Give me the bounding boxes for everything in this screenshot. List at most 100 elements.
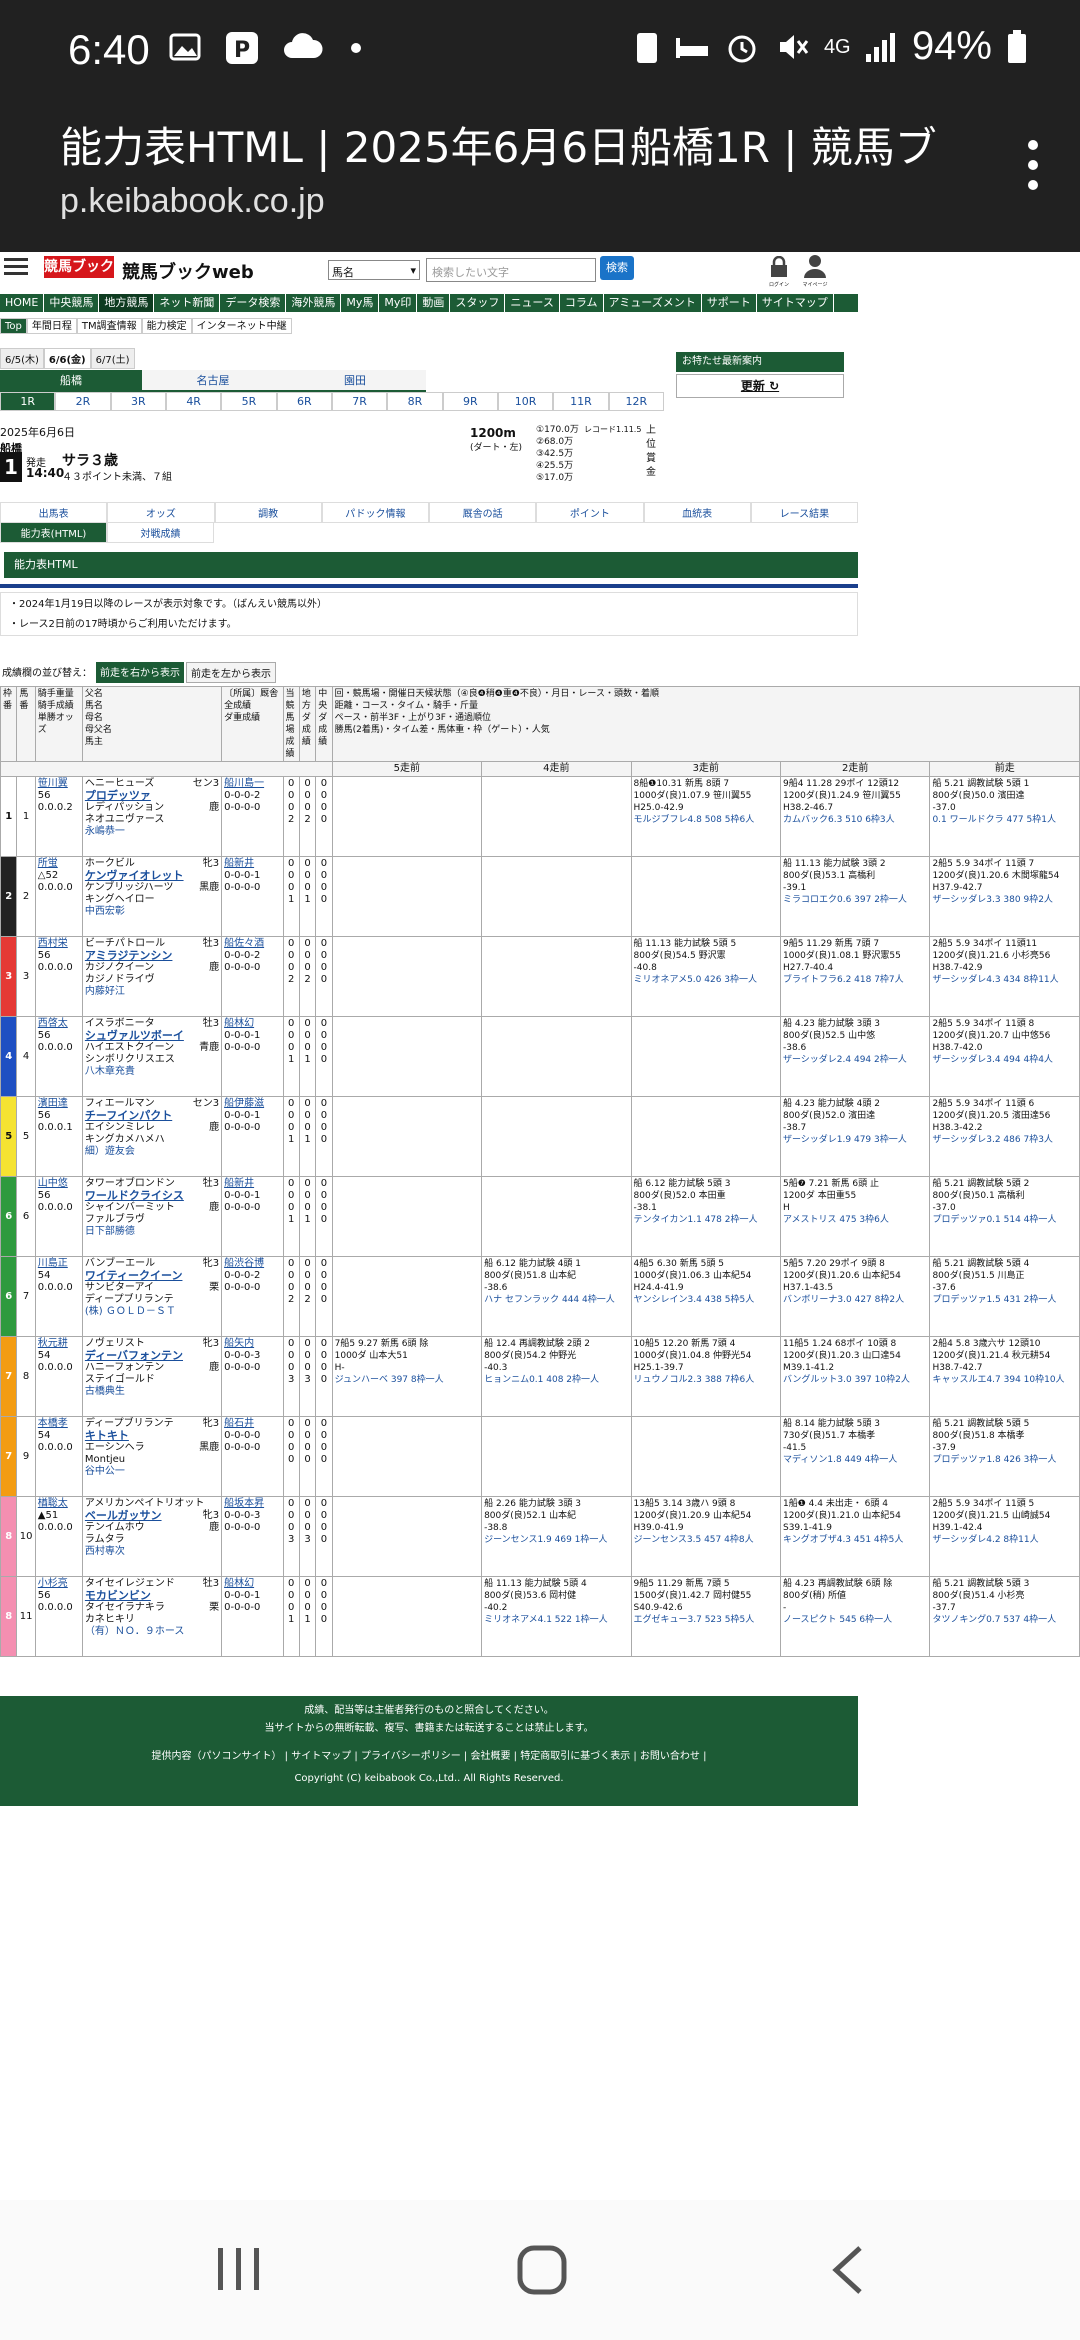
- run-line[interactable]: 8船❶10.31 新馬 8頭 7: [634, 778, 778, 790]
- run-line[interactable]: 船 6.12 能力試験 5頭 3: [634, 1178, 778, 1190]
- login-lock-icon[interactable]: ログイン: [766, 255, 792, 288]
- subnav-item[interactable]: TM調査情報: [76, 318, 142, 334]
- nav-item[interactable]: データ検索: [220, 294, 287, 312]
- site-name[interactable]: 競馬ブックweb: [122, 258, 254, 284]
- horse-name[interactable]: プロデッツァ: [85, 790, 219, 802]
- run-line[interactable]: 0.1 ワールドクラ 477 5枠1人: [932, 814, 1077, 826]
- nav-item[interactable]: サポート: [702, 294, 757, 312]
- nav-item[interactable]: 地方競馬: [99, 294, 155, 312]
- run-line[interactable]: 船 5.21 調教試験 5頭 4: [932, 1258, 1077, 1270]
- run-line[interactable]: 2船5 5.9 34ポイ 11頭 8: [932, 1018, 1077, 1030]
- sort-right-button[interactable]: 前走を右から表示: [96, 662, 184, 683]
- nav-item[interactable]: HOME: [0, 294, 45, 312]
- run-line[interactable]: 船 5.21 調教試験 5頭 5: [932, 1418, 1077, 1430]
- race-tab[interactable]: 4R: [165, 392, 222, 411]
- race-menu-item[interactable]: ポイント: [536, 502, 644, 523]
- run-line[interactable]: ブライトフラ6.2 418 7枠7人: [783, 974, 927, 986]
- run-line[interactable]: 13船5 3.14 3歳ハ 9頭 8: [634, 1498, 778, 1510]
- race-menu-item[interactable]: 厩舎の話: [429, 502, 537, 523]
- run-line[interactable]: リュウノコル2.3 388 7枠6人: [634, 1374, 778, 1386]
- run-line[interactable]: 5船5 7.20 29ポイ 9頭 8: [783, 1258, 927, 1270]
- nav-item[interactable]: ニュース: [505, 294, 560, 312]
- nav-item[interactable]: My印: [379, 294, 418, 312]
- run-line[interactable]: キャッスルエ4.7 394 10枠10人: [932, 1374, 1077, 1386]
- run-line[interactable]: 船 12.4 再調教試験 2頭 2: [484, 1338, 628, 1350]
- run-line[interactable]: 船 4.23 能力試験 3頭 3: [783, 1018, 927, 1030]
- jockey-name[interactable]: 秋元耕: [38, 1338, 80, 1350]
- run-line[interactable]: 9船5 11.29 新馬 7頭 5: [634, 1578, 778, 1590]
- trainer[interactable]: 船伊藤滋: [224, 1098, 280, 1110]
- subnav-item[interactable]: Top: [0, 318, 27, 334]
- run-line[interactable]: マディソン1.8 449 4枠一人: [783, 1454, 927, 1466]
- run-line[interactable]: プロデッツァ0.1 514 4枠一人: [932, 1214, 1077, 1226]
- run-line[interactable]: 10船5 12.20 新馬 7頭 4: [634, 1338, 778, 1350]
- jockey-name[interactable]: 小杉亮: [38, 1578, 80, 1590]
- run-line[interactable]: 船 11.13 能力試験 5頭 4: [484, 1578, 628, 1590]
- horse-name[interactable]: モカビンビン: [85, 1590, 219, 1602]
- run-line[interactable]: 船 6.12 能力試験 4頭 1: [484, 1258, 628, 1270]
- track-tab[interactable]: 園田: [284, 370, 426, 390]
- run-line[interactable]: プロデッツァ1.8 426 3枠一人: [932, 1454, 1077, 1466]
- run-line[interactable]: キングオブザ4.3 451 4枠5人: [783, 1534, 927, 1546]
- jockey-name[interactable]: 西村栄: [38, 938, 80, 950]
- run-line[interactable]: 船 5.21 調教試験 5頭 2: [932, 1178, 1077, 1190]
- jockey-name[interactable]: 山中悠: [38, 1178, 80, 1190]
- subnav-item[interactable]: インターネット中継: [191, 318, 292, 334]
- nav-item[interactable]: 動画: [417, 294, 451, 312]
- run-line[interactable]: タツノキング0.7 537 4枠一人: [932, 1614, 1077, 1626]
- horse-name[interactable]: シュヴァルツボーイ: [85, 1030, 219, 1042]
- date-tab[interactable]: 6/5(木): [0, 348, 44, 369]
- page-title[interactable]: 能力表HTML | 2025年6月6日船橋1R | 競馬ブ...: [60, 114, 940, 175]
- run-line[interactable]: ザーシッダレ3.2 486 7枠3人: [932, 1134, 1077, 1146]
- update-button[interactable]: 更新 ↻: [676, 374, 844, 398]
- race-menu-item[interactable]: 能力表(HTML): [0, 522, 107, 543]
- run-line[interactable]: 2船4 5.8 3歳六サ 12頭10: [932, 1338, 1077, 1350]
- trainer[interactable]: 船渋谷博: [224, 1258, 280, 1270]
- search-category-select[interactable]: 馬名 ▾: [328, 260, 420, 280]
- jockey-name[interactable]: 笹川翼: [38, 778, 80, 790]
- race-tab[interactable]: 8R: [387, 392, 443, 411]
- run-line[interactable]: 2船5 5.9 34ポイ 11頭 7: [932, 858, 1077, 870]
- date-tab[interactable]: 6/6(金): [43, 348, 91, 369]
- recents-icon[interactable]: [214, 2244, 264, 2294]
- jockey-name[interactable]: 所蛍: [38, 858, 80, 870]
- trainer[interactable]: 船林幻: [224, 1018, 280, 1030]
- run-line[interactable]: モルジブフレ4.8 508 5枠6人: [634, 814, 778, 826]
- race-menu-item[interactable]: レース結果: [750, 502, 858, 523]
- run-line[interactable]: 船 5.21 調教試験 5頭 1: [932, 778, 1077, 790]
- run-line[interactable]: プロデッツァ1.5 431 2枠一人: [932, 1294, 1077, 1306]
- trainer[interactable]: 船佐々酒: [224, 938, 280, 950]
- mypage-user-icon[interactable]: マイページ: [800, 254, 830, 288]
- trainer[interactable]: 船川島一: [224, 778, 280, 790]
- horse-name[interactable]: ベールガッサン: [85, 1510, 219, 1522]
- search-input[interactable]: 検索したい文字: [426, 258, 596, 282]
- race-tab[interactable]: 10R: [497, 392, 554, 411]
- horse-name[interactable]: ケンヴァイオレット: [85, 870, 219, 882]
- run-line[interactable]: ハナ セフンラック 444 4枠一人: [484, 1294, 628, 1306]
- run-line[interactable]: 5船❼ 7.21 新馬 6頭 止: [783, 1178, 927, 1190]
- run-line[interactable]: バングルット3.0 397 10枠2人: [783, 1374, 927, 1386]
- more-menu-icon[interactable]: [1028, 140, 1040, 200]
- jockey-name[interactable]: 川島正: [38, 1258, 80, 1270]
- race-tab[interactable]: 11R: [553, 392, 609, 411]
- trainer[interactable]: 船林幻: [224, 1578, 280, 1590]
- horse-name[interactable]: ディーバフォンテン: [85, 1350, 219, 1362]
- track-tab[interactable]: 船橋: [0, 370, 142, 390]
- run-line[interactable]: ザーシッダレ1.9 479 3枠一人: [783, 1134, 927, 1146]
- run-line[interactable]: 船 4.23 能力試験 4頭 2: [783, 1098, 927, 1110]
- run-line[interactable]: ヒョンニム0.1 408 2枠一人: [484, 1374, 628, 1386]
- track-tab[interactable]: 名古屋: [142, 370, 284, 390]
- trainer[interactable]: 船新井: [224, 1178, 280, 1190]
- horse-name[interactable]: キトキト: [85, 1430, 219, 1442]
- race-tab[interactable]: 1R: [0, 392, 56, 411]
- run-line[interactable]: アメストリス 475 3枠6人: [783, 1214, 927, 1226]
- race-menu-item[interactable]: オッズ: [107, 502, 215, 523]
- subnav-item[interactable]: 能力検定: [141, 318, 192, 334]
- run-line[interactable]: テンタイカン1.1 478 2枠一人: [634, 1214, 778, 1226]
- run-line[interactable]: ザーシッダレ3.3 380 9枠2人: [932, 894, 1077, 906]
- url-label[interactable]: p.keibabook.co.jp: [60, 182, 325, 221]
- nav-item[interactable]: ネット新聞: [154, 294, 221, 312]
- run-line[interactable]: ミリオネアメ4.1 522 1枠一人: [484, 1614, 628, 1626]
- subnav-item[interactable]: 年間日程: [26, 318, 77, 334]
- run-line[interactable]: ヤンシレイン3.4 438 5枠5人: [634, 1294, 778, 1306]
